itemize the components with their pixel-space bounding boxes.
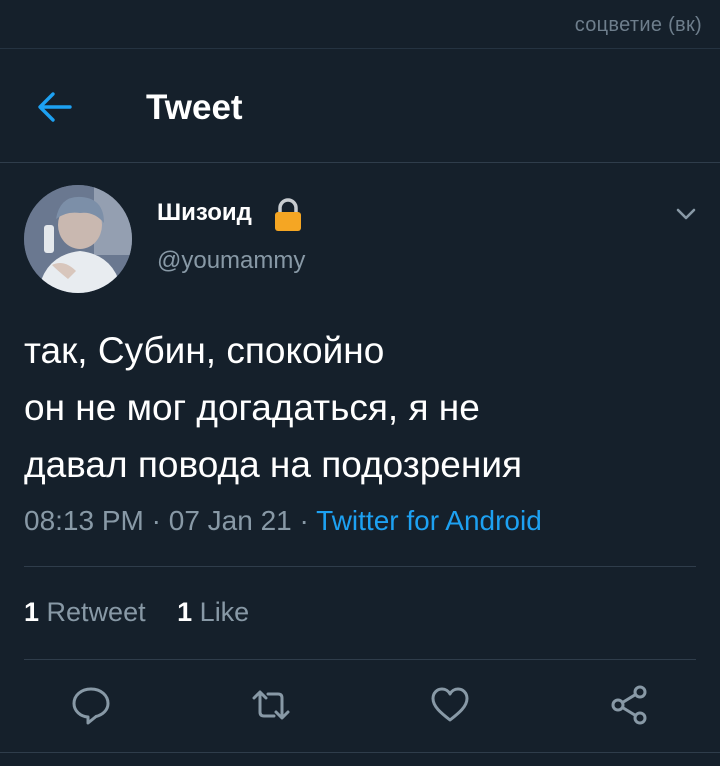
likes-count: 1 <box>177 597 193 627</box>
likes-label: Like <box>199 597 250 627</box>
display-name[interactable]: Шизоид <box>157 199 252 227</box>
reply-icon <box>72 687 110 725</box>
likes-stat[interactable]: 1 Like <box>177 597 249 627</box>
tweet-text-line: так, Субин, спокойно <box>24 330 385 371</box>
header-divider <box>0 162 720 163</box>
meta-separator: · <box>291 505 317 536</box>
tweet-text-line: давал повода на подозрения <box>24 444 523 485</box>
like-icon <box>431 687 469 722</box>
tweet-time: 08:13 PM <box>24 505 144 536</box>
chevron-down-icon[interactable] <box>672 200 700 228</box>
tweet-date: 07 Jan 21 <box>168 505 292 536</box>
retweets-stat[interactable]: 1 Retweet <box>24 597 146 627</box>
tweet-meta: 08:13 PM · 07 Jan 21 · Twitter for Andro… <box>24 505 542 537</box>
share-button[interactable] <box>609 684 651 726</box>
arrow-left-icon <box>38 92 72 122</box>
retweets-count: 1 <box>24 597 40 627</box>
like-button[interactable] <box>429 684 471 726</box>
page-title: Tweet <box>146 88 243 127</box>
stats-bottom-divider <box>24 659 696 660</box>
bottom-divider <box>0 752 720 753</box>
avatar[interactable] <box>24 185 132 293</box>
reply-button[interactable] <box>70 684 112 726</box>
username[interactable]: @youmammy <box>157 247 305 275</box>
retweet-icon <box>252 690 290 720</box>
stats-top-divider <box>24 566 696 567</box>
tweet-text-line: он не мог догадаться, я не <box>24 387 480 428</box>
retweets-label: Retweet <box>46 597 146 627</box>
watermark-text: соцветие (вк) <box>574 14 702 36</box>
tweet-source-link[interactable]: Twitter for Android <box>316 505 542 536</box>
retweet-button[interactable] <box>250 684 292 726</box>
tweet-text: так, Субин, спокойно он не мог догадатьс… <box>24 322 694 493</box>
meta-separator: · <box>143 505 169 536</box>
tweet-stats: 1 Retweet 1 Like <box>24 597 273 628</box>
share-icon <box>611 685 647 725</box>
back-button[interactable] <box>34 86 76 128</box>
lock-icon <box>272 197 304 233</box>
action-bar <box>0 684 720 728</box>
header: Tweet <box>0 48 720 162</box>
